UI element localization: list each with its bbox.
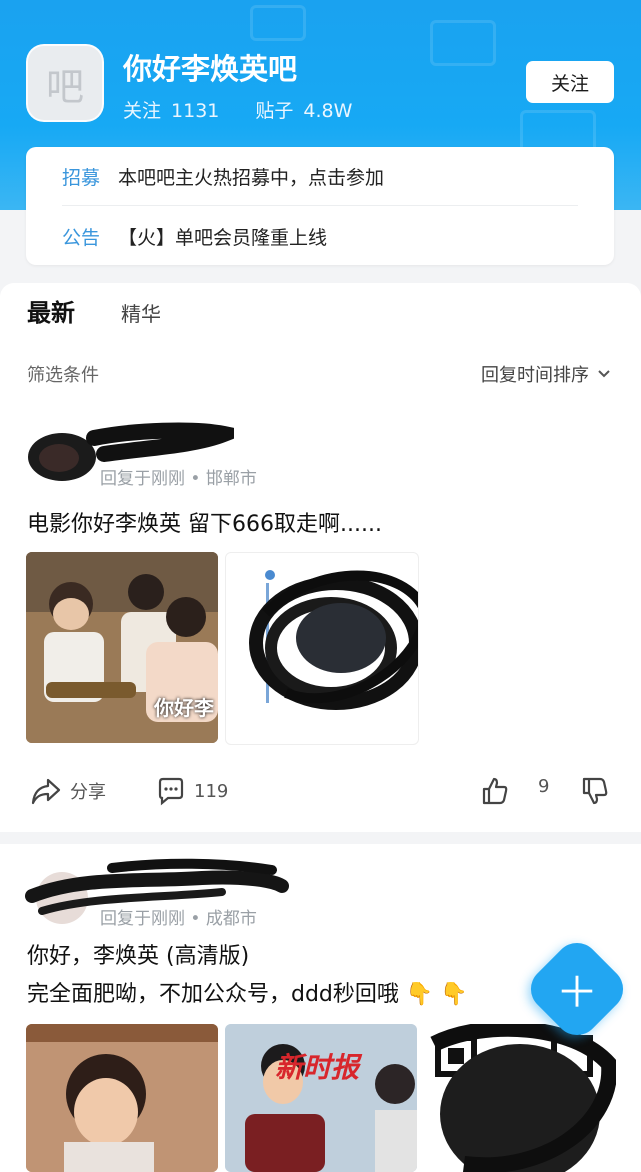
dislike-button[interactable] (580, 776, 610, 806)
forum-stats: 关注 1131 贴子 4.8W (123, 96, 362, 123)
forum-title: 你好李焕英吧 (123, 52, 298, 86)
follow-stat-count: 1131 (171, 100, 220, 122)
notice-row-announcement[interactable]: 公告 【火】单吧会员隆重上线 (62, 223, 327, 250)
newspaper-stamp: 新时报 (275, 1051, 360, 1084)
avatar-glyph: 吧 (45, 64, 84, 109)
comment-icon (158, 777, 184, 806)
share-label: 分享 (70, 782, 106, 803)
follow-button[interactable]: 关注 (526, 61, 614, 103)
post-title[interactable]: 电影你好李焕英 留下666取走啊...... (27, 508, 382, 542)
tab-latest[interactable]: 最新 (27, 293, 75, 328)
header-pattern (250, 5, 306, 41)
notice-row-recruit[interactable]: 招募 本吧吧主火热招募中，点击参加 (62, 163, 384, 190)
thumbs-up-icon (482, 777, 508, 805)
thumbs-down-icon (582, 777, 608, 805)
post-separator (0, 832, 641, 844)
comment-button[interactable]: 119 (156, 776, 228, 806)
posts-stat-label: 贴子 (255, 100, 294, 122)
post-meta: 回复于刚刚 • 成都市 (100, 909, 257, 929)
like-button[interactable] (480, 776, 510, 806)
posts-stat-count: 4.8W (303, 100, 353, 122)
movie-still-image (26, 1024, 218, 1172)
comment-count: 119 (194, 780, 229, 802)
post-meta: 回复于刚刚 • 邯郸市 (100, 469, 257, 489)
share-button[interactable]: 分享 (30, 776, 106, 806)
like-count-wrap: 9 (538, 776, 549, 797)
redacted-qr-scribble (430, 1024, 616, 1172)
notice-text: 本吧吧主火热招募中，点击参加 (118, 167, 385, 189)
redacted-qr-scribble (249, 570, 418, 710)
poster-title: 你好李 (154, 696, 214, 720)
chevron-down-icon (598, 370, 610, 378)
post-image-qr[interactable] (225, 552, 419, 745)
header-pattern (430, 20, 496, 66)
share-icon (31, 778, 61, 805)
post-image-still[interactable] (26, 1024, 218, 1172)
notice-tag: 公告 (62, 227, 101, 249)
notice-tag: 招募 (62, 167, 101, 189)
post-title-line-1[interactable]: 你好，李焕英 (高清版) (27, 940, 249, 974)
forum-avatar[interactable]: 吧 (26, 44, 104, 122)
post-image-poster[interactable]: 你好李 (26, 552, 218, 743)
post-image-stamp[interactable]: 新时报 (225, 1024, 417, 1172)
post-card[interactable]: 回复于刚刚 • 邯郸市 电影你好李焕英 留下666取走啊...... 你好李 分… (0, 420, 641, 830)
like-count: 9 (538, 776, 550, 797)
feed-tabs: 最新 精华 (27, 293, 161, 328)
tab-featured[interactable]: 精华 (121, 298, 161, 327)
notice-card: 招募 本吧吧主火热招募中，点击参加 公告 【火】单吧会员隆重上线 (26, 147, 614, 265)
post-title-line-2[interactable]: 完全面肥呦，不加公众号，ddd秒回哦 👇 👇 (27, 978, 468, 1012)
plus-icon: ＋ (555, 967, 598, 1017)
sort-dropdown[interactable]: 回复时间排序 (481, 361, 611, 387)
sort-label: 回复时间排序 (481, 365, 589, 386)
filter-button[interactable]: 筛选条件 (27, 361, 99, 387)
notice-text: 【火】单吧会员隆重上线 (118, 227, 328, 249)
divider (62, 205, 578, 206)
post-actions: 分享 119 9 (0, 776, 641, 816)
post-image-qr[interactable] (424, 1024, 616, 1172)
follow-stat-label: 关注 (123, 100, 162, 122)
